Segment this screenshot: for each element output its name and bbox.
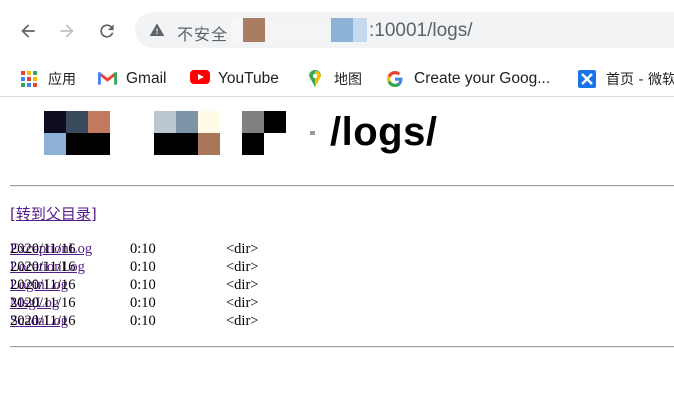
- bookmark-apps[interactable]: 应用: [20, 62, 76, 96]
- entry-time: 0:10: [130, 277, 156, 293]
- address-bar[interactable]: 不安全 :10001/logs/: [135, 12, 674, 48]
- url-text: :10001/logs/: [369, 20, 473, 41]
- apps-grid-icon: [20, 70, 38, 88]
- page-title: /logs/: [330, 110, 438, 154]
- list-item: 2020/11/16 0:10 <dir> LocationLog: [10, 258, 258, 276]
- entry-time: 0:10: [130, 259, 156, 275]
- warning-triangle-icon: [149, 23, 165, 36]
- x-app-icon: [578, 70, 596, 88]
- entry-type: <dir>: [226, 295, 259, 311]
- directory-listing: 2020/11/16 0:10 <dir> ExceptionLog 2020/…: [10, 240, 258, 330]
- redacted-host-blur: [353, 18, 367, 42]
- entry-type: <dir>: [226, 277, 259, 293]
- list-item: 2020/11/16 0:10 <dir> ExceptionLog: [10, 240, 258, 258]
- entry-date: 2020/11/16: [10, 295, 76, 311]
- bookmark-label: Create your Goog...: [414, 70, 551, 87]
- bookmark-youtube[interactable]: YouTube: [190, 62, 279, 96]
- entry-type: <dir>: [226, 241, 259, 257]
- youtube-icon: [190, 70, 210, 88]
- redacted-host-blur: [331, 18, 353, 42]
- bookmark-label: 地图: [334, 72, 362, 88]
- divider: [10, 185, 674, 187]
- maps-icon: [306, 70, 324, 88]
- redacted-host-blur: [243, 18, 265, 42]
- browser-toolbar: 不安全 :10001/logs/: [0, 0, 674, 62]
- forward-arrow-icon: [60, 24, 74, 38]
- bookmark-gmail[interactable]: Gmail: [98, 62, 166, 96]
- gmail-icon: [98, 70, 117, 88]
- entry-date: 2020/11/16: [10, 313, 76, 329]
- entry-time: 0:10: [130, 313, 156, 329]
- forward-button[interactable]: [51, 15, 83, 47]
- back-button[interactable]: [12, 15, 44, 47]
- back-arrow-icon: [21, 24, 35, 38]
- entry-time: 0:10: [130, 295, 156, 311]
- list-item: 2020/11/16 0:10 <dir> ScadaLog: [10, 312, 258, 330]
- reload-icon: [100, 24, 114, 38]
- entry-type: <dir>: [226, 313, 259, 329]
- bookmark-maps[interactable]: 地图: [306, 62, 362, 96]
- parent-directory-link[interactable]: [转到父目录]: [10, 203, 97, 224]
- google-icon: [386, 70, 404, 88]
- reload-button[interactable]: [91, 15, 123, 47]
- divider: [10, 346, 674, 348]
- bookmark-label: YouTube: [218, 70, 279, 87]
- page-content: /logs/ [转到父目录] 2020/11/16 0:10 <dir> Exc…: [0, 97, 674, 420]
- list-item: 2020/11/16 0:10 <dir> LoginLog: [10, 276, 258, 294]
- list-item: 2020/11/16 0:10 <dir> MsgLog: [10, 294, 258, 312]
- bookmarks-bar: 应用 Gmail YouTube 地图 Create your Goog... …: [0, 62, 674, 97]
- bookmark-create-google[interactable]: Create your Goog...: [386, 62, 550, 96]
- not-secure-label: 不安全: [177, 25, 229, 44]
- bookmark-label: 应用: [48, 72, 76, 88]
- bookmark-label: 首页 - 微软: [606, 72, 674, 88]
- entry-type: <dir>: [226, 259, 259, 275]
- entry-date: 2020/11/16: [10, 259, 76, 275]
- redacted-host-blur: [265, 18, 329, 42]
- entry-date: 2020/11/16: [10, 277, 76, 293]
- bookmark-label: Gmail: [126, 70, 167, 87]
- bookmark-homepage[interactable]: 首页 - 微软: [578, 62, 674, 96]
- entry-date: 2020/11/16: [10, 241, 76, 257]
- entry-time: 0:10: [130, 241, 156, 257]
